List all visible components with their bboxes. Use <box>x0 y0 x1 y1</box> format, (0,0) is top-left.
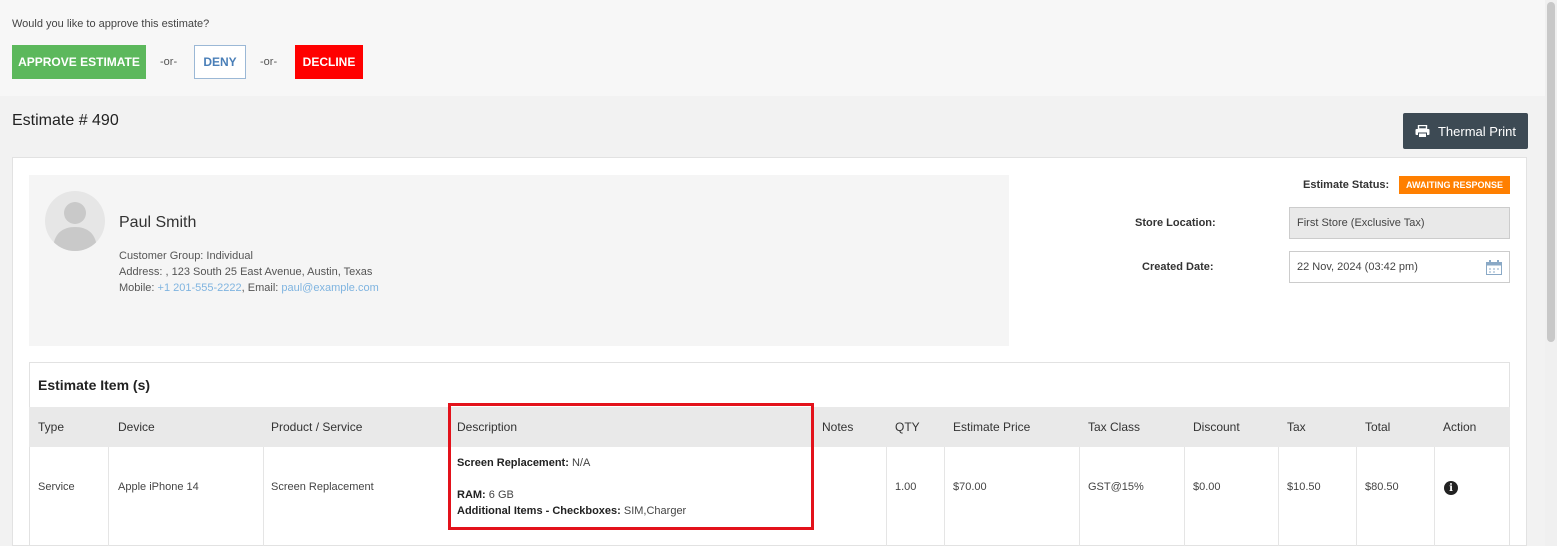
status-badge: AWAITING RESPONSE <box>1399 176 1510 194</box>
mobile-link[interactable]: +1 201-555-2222 <box>158 282 242 294</box>
column-header-tax-class: Tax Class <box>1088 420 1141 434</box>
column-divider <box>1356 447 1357 546</box>
column-divider <box>263 447 264 546</box>
cell-qty: 1.00 <box>895 481 917 493</box>
column-header-type: Type <box>38 420 65 434</box>
store-location-field: First Store (Exclusive Tax) <box>1289 207 1510 239</box>
page-title: Estimate # 490 <box>12 112 119 129</box>
column-header-qty: QTY <box>895 420 920 434</box>
created-date-field[interactable]: 22 Nov, 2024 (03:42 pm) <box>1289 251 1510 283</box>
column-divider <box>1278 447 1279 546</box>
column-header-discount: Discount <box>1193 420 1240 434</box>
printer-icon <box>1415 124 1430 138</box>
user-silhouette-icon <box>53 202 97 251</box>
column-header-tax: Tax <box>1287 420 1306 434</box>
decline-button[interactable]: DECLINE <box>295 45 363 79</box>
column-divider <box>108 447 109 546</box>
calendar-icon[interactable] <box>1486 259 1502 275</box>
column-divider <box>1079 447 1080 546</box>
estimate-items-title: Estimate Item (s) <box>38 377 151 393</box>
or-separator: -or- <box>260 56 278 68</box>
customer-name: Paul Smith <box>119 214 197 231</box>
column-header-price: Estimate Price <box>953 420 1031 434</box>
thermal-print-label: Thermal Print <box>1437 123 1517 139</box>
info-icon[interactable]: i <box>1444 481 1458 495</box>
approval-question: Would you like to approve this estimate? <box>12 18 210 30</box>
column-divider <box>886 447 887 546</box>
cell-price: $70.00 <box>953 481 987 493</box>
thermal-print-button[interactable]: Thermal Print <box>1403 113 1528 149</box>
cell-tax-class: GST@15% <box>1088 481 1144 493</box>
column-header-notes: Notes <box>822 420 854 434</box>
cell-tax: $10.50 <box>1287 481 1321 493</box>
highlight-box <box>448 403 814 530</box>
cell-total: $80.50 <box>1365 481 1399 493</box>
column-header-action: Action <box>1443 420 1477 434</box>
customer-address: Address: , 123 South 25 East Avenue, Aus… <box>119 266 373 278</box>
column-divider <box>944 447 945 546</box>
email-link[interactable]: paul@example.com <box>281 282 378 294</box>
column-header-product: Product / Service <box>271 420 363 434</box>
customer-group: Customer Group: Individual <box>119 250 253 262</box>
cell-type: Service <box>38 481 75 493</box>
customer-contact: Mobile: +1 201-555-2222, Email: paul@exa… <box>119 282 379 294</box>
approve-estimate-button[interactable]: APPROVE ESTIMATE <box>12 45 146 79</box>
cell-discount: $0.00 <box>1193 481 1221 493</box>
column-divider <box>1184 447 1185 546</box>
column-divider <box>1434 447 1435 546</box>
or-separator: -or- <box>160 56 178 68</box>
cell-product: Screen Replacement <box>271 481 374 493</box>
store-location-label: Store Location: <box>1135 217 1216 229</box>
cell-device: Apple iPhone 14 <box>118 481 199 493</box>
scrollbar-thumb[interactable] <box>1547 2 1555 342</box>
estimate-status-label: Estimate Status: <box>1303 179 1390 191</box>
email-label: , Email: <box>241 282 282 294</box>
created-date-value: 22 Nov, 2024 (03:42 pm) <box>1297 261 1418 273</box>
created-date-label: Created Date: <box>1142 261 1214 273</box>
deny-button[interactable]: DENY <box>194 45 246 79</box>
store-location-value: First Store (Exclusive Tax) <box>1297 217 1425 229</box>
column-header-total: Total <box>1365 420 1391 434</box>
column-header-device: Device <box>118 420 155 434</box>
avatar <box>45 191 105 251</box>
mobile-label: Mobile: <box>119 282 158 294</box>
